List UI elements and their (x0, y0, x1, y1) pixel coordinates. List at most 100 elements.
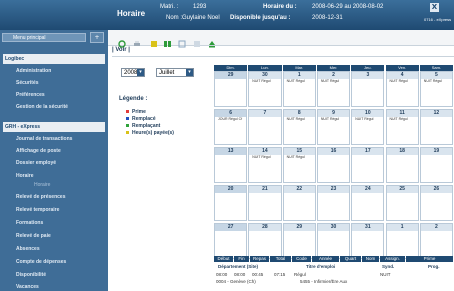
calendar-day-cell[interactable]: 2 NUIT Régul (316, 71, 351, 107)
calendar-day-cell[interactable]: 8 NUIT Régul (282, 109, 316, 145)
sidebar-item[interactable]: Journal de transactions (16, 136, 72, 142)
calendar-day-shift: NUIT Régul (389, 79, 408, 83)
export-icon[interactable] (150, 33, 158, 47)
calendar-day-cell[interactable]: 25 (385, 185, 419, 221)
details-column-header: Code (292, 256, 311, 262)
sidebar-item[interactable]: Administration (16, 68, 51, 74)
calendar-day-cell[interactable]: 12 (419, 109, 454, 145)
calendar-day-cell[interactable]: 1 (385, 223, 419, 259)
page-title: Horaire (117, 9, 146, 18)
calendar-day-cell[interactable]: 23 (316, 185, 351, 221)
close-icon[interactable]: X (430, 3, 439, 12)
calendar-icon[interactable] (178, 33, 186, 48)
refresh-icon[interactable] (118, 33, 126, 48)
calendar-day-cell[interactable]: 10 NUIT Régul (351, 109, 385, 145)
calendar-day-cell[interactable]: 30 NUIT Régul (248, 71, 282, 107)
details-column-header: Prime (406, 256, 453, 262)
calendar-day-cell[interactable]: 27 (214, 223, 248, 259)
calendar-day-cell[interactable]: 13 (214, 147, 248, 183)
calendar-day-cell[interactable]: 19 (419, 147, 454, 183)
year-select[interactable]: 2008 ▾ (121, 68, 145, 77)
calendar-day-cell[interactable]: 31 (351, 223, 385, 259)
calendar-day-cell[interactable]: 4 NUIT Régul (385, 71, 419, 107)
sidebar-subitem[interactable]: Horaire (34, 182, 50, 188)
calendar-day-cell[interactable]: 29 (282, 223, 316, 259)
calendar-day-number: 10 (352, 110, 384, 117)
tab-voir[interactable]: | Voir | (112, 47, 130, 53)
sidebar-item[interactable]: Sécurités (16, 80, 39, 86)
calendar-day-shift: NUIT Régul (286, 117, 305, 121)
calendar-day-cell[interactable]: 9 NUIT Régul (316, 109, 351, 145)
calendar-day-cell[interactable]: 21 (248, 185, 282, 221)
sidebar-section-grh[interactable]: GRH - eXpress (3, 122, 105, 132)
calendar-day-cell[interactable]: 29 (214, 71, 248, 107)
horaire-du-value: 2008-06-29 au 2008-08-02 (312, 4, 384, 10)
sidebar-item[interactable]: Horaire (16, 173, 34, 179)
calendar-day-cell[interactable]: 24 (351, 185, 385, 221)
menu-go-button[interactable]: + (90, 32, 104, 43)
sidebar-item[interactable]: Relevé de paie (16, 233, 51, 239)
calendar-day-cell[interactable]: 6 JOUR Régul Cf (214, 109, 248, 145)
legend-label: Prime (132, 109, 146, 115)
calendar-day-cell[interactable]: 2 (419, 223, 454, 259)
window-icon[interactable] (193, 33, 201, 47)
details-column-header: Total (270, 256, 291, 262)
calendar-day-number: 30 (317, 224, 350, 231)
details-column-header: Année (312, 256, 339, 262)
calendar-day-cell[interactable]: 14 NUIT Régul (248, 147, 282, 183)
sidebar-item[interactable]: Relevé de présences (16, 194, 65, 200)
calendar-day-shift: JOUR Régul Cf (218, 117, 243, 121)
calendar-day-cell[interactable]: 11 NUIT Régul (385, 109, 419, 145)
legend-dot (126, 117, 129, 121)
sidebar-item[interactable]: Disponibilité (16, 272, 46, 278)
sidebar-item[interactable]: Affichage de poste (16, 148, 61, 154)
calendar-day-cell[interactable]: 22 (282, 185, 316, 221)
calendar-day-number: 1 (386, 224, 418, 231)
calendar-day-cell[interactable]: 7 (248, 109, 282, 145)
sidebar-item[interactable]: Formations (16, 220, 43, 226)
calendar-day-cell[interactable]: 15 NUIT Régul (282, 147, 316, 183)
calendar-day-cell[interactable]: 5 NUIT Régul (419, 71, 454, 107)
details-value: 00:45 (252, 272, 264, 277)
calendar-day-cell[interactable]: 28 (248, 223, 282, 259)
calendar-day-shift: NUIT Régul (286, 155, 305, 159)
details-sub-header: Titre d'emploi (306, 264, 336, 269)
calendar-day-cell[interactable]: 26 (419, 185, 454, 221)
calendar-day-shift: NUIT Régul (320, 79, 340, 83)
calendar-day-cell[interactable]: 17 (351, 147, 385, 183)
calendar-day-cell[interactable]: 20 (214, 185, 248, 221)
calendar-day-number: 11 (386, 110, 418, 117)
calendar-day-number: 4 (386, 72, 418, 79)
calendar-day-cell[interactable]: 18 (385, 147, 419, 183)
sidebar-item[interactable]: Dossier employé (16, 160, 56, 166)
calendar-day-number: 25 (386, 186, 418, 193)
calendar-day-number: 8 (283, 110, 315, 117)
calendar-day-cell[interactable]: 3 (351, 71, 385, 107)
sidebar-item[interactable]: Compte de dépenses (16, 259, 66, 265)
sidebar-section-logibec[interactable]: Logibec (3, 54, 105, 64)
sidebar-item[interactable]: Préférences (16, 92, 45, 98)
details-column-header: Fin (234, 256, 249, 262)
grid-icon[interactable] (164, 33, 172, 47)
print-icon[interactable] (133, 33, 141, 46)
calendar-day-shift: NUIT Régul (252, 79, 271, 83)
sidebar-item[interactable]: Vacances (16, 284, 39, 290)
upload-icon[interactable] (208, 33, 216, 48)
calendar-day-cell[interactable]: 1 NUIT Régul (282, 71, 316, 107)
sidebar-item[interactable]: Gestion de la sécurité (16, 104, 68, 110)
calendar-day-number: 20 (215, 186, 247, 193)
main-menu-select[interactable]: Menu principal (2, 33, 86, 42)
details-column-header: Nom (362, 256, 379, 262)
toolbar (108, 30, 454, 48)
details-value: 08:00 (216, 272, 228, 277)
sidebar-item[interactable]: Absences (16, 246, 40, 252)
calendar-day-cell[interactable]: 30 (316, 223, 351, 259)
calendar-day-number: 18 (386, 148, 418, 155)
month-value: Juillet (159, 70, 175, 76)
month-select[interactable]: Juillet ▾ (156, 68, 194, 77)
sidebar-item[interactable]: Relevé temporaire (16, 207, 59, 213)
calendar-day-number: 9 (317, 110, 350, 117)
calendar-day-number: 19 (420, 148, 453, 155)
calendar-day-cell[interactable]: 16 (316, 147, 351, 183)
chevron-down-icon: ▾ (137, 69, 144, 76)
